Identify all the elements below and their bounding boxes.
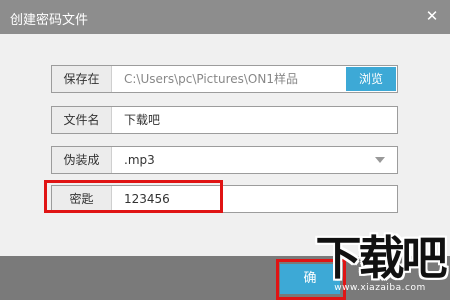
dialog-titlebar: 创建密码文件 ✕ [0, 0, 450, 34]
watermark-logo: 下载吧 [315, 231, 448, 285]
watermark: 下载吧 www.xiazaiba.com [310, 234, 450, 300]
disguise-as-select[interactable]: .mp3 [124, 147, 155, 173]
file-name-field[interactable]: 下载吧 [124, 107, 160, 133]
save-path-label: 保存在 [52, 66, 112, 92]
file-name-row: 文件名 下载吧 [51, 106, 398, 134]
file-name-label: 文件名 [52, 107, 112, 133]
browse-button[interactable]: 浏览 [346, 67, 396, 91]
password-highlight-box [44, 180, 223, 213]
dialog-title: 创建密码文件 [10, 13, 89, 28]
disguise-as-row[interactable]: 伪装成 .mp3 [51, 146, 398, 174]
save-path-field[interactable]: C:\Users\pc\Pictures\ON1样品 [124, 66, 298, 92]
chevron-down-icon[interactable] [375, 157, 385, 163]
disguise-as-label: 伪装成 [52, 147, 112, 173]
close-icon[interactable]: ✕ [422, 6, 442, 26]
save-path-row: 保存在 C:\Users\pc\Pictures\ON1样品 浏览 [51, 65, 398, 93]
